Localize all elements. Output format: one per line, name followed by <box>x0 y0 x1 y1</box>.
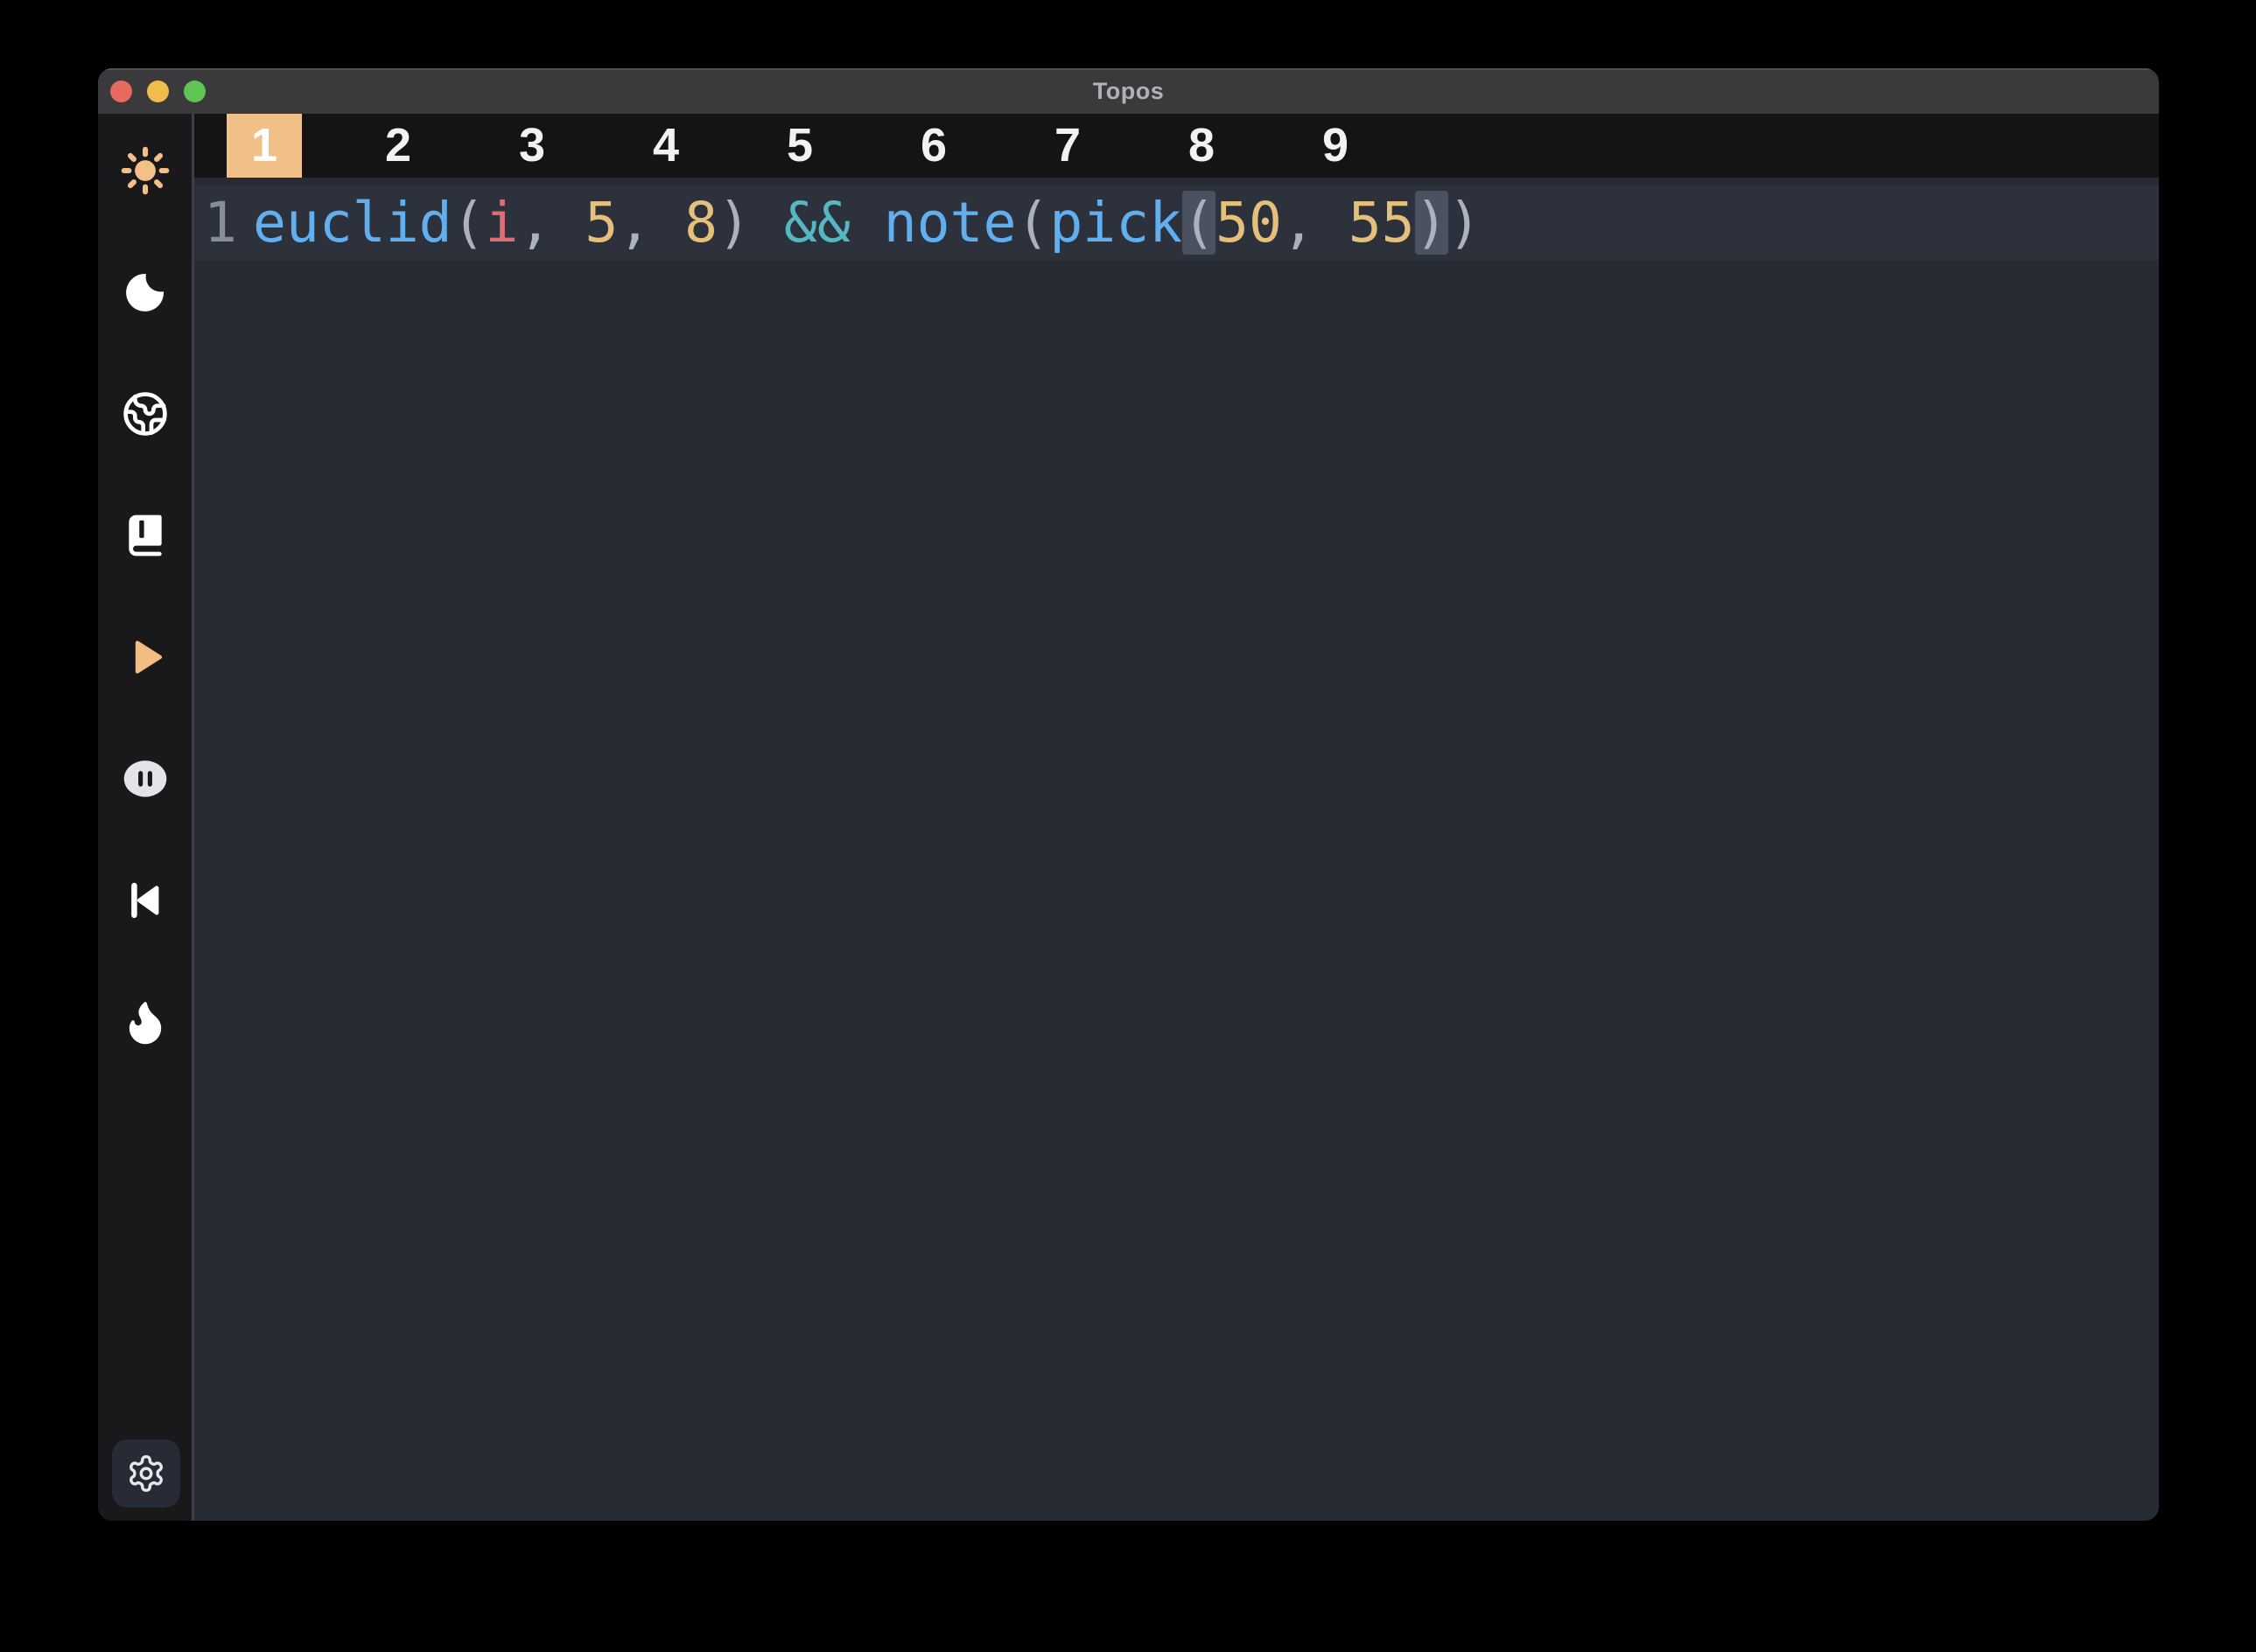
code-token: 50 <box>1216 191 1282 255</box>
tab-7[interactable]: 7 <box>1030 114 1105 178</box>
play-icon <box>121 633 170 682</box>
code-token: euclid <box>253 191 452 255</box>
tab-4[interactable]: 4 <box>628 114 704 178</box>
moon-icon <box>121 268 170 317</box>
tab-8[interactable]: 8 <box>1164 114 1239 178</box>
titlebar: Topos <box>98 68 2159 114</box>
code-token: , <box>518 191 585 255</box>
theme-light-button[interactable] <box>121 146 170 195</box>
play-button[interactable] <box>121 633 170 682</box>
code-token: ( <box>1016 191 1049 255</box>
tab-bar: 123456789 <box>194 114 2159 178</box>
code-token: , <box>1282 191 1349 255</box>
code-token: ) <box>1415 191 1448 255</box>
code-token: note <box>884 191 1017 255</box>
sun-icon <box>121 146 170 195</box>
close-button[interactable] <box>110 80 132 102</box>
pause-icon <box>121 754 170 803</box>
zoom-button[interactable] <box>184 80 206 102</box>
traffic-lights <box>110 80 206 102</box>
sidebar <box>98 114 194 1521</box>
tab-9[interactable]: 9 <box>1298 114 1373 178</box>
code-token: ) <box>718 191 751 255</box>
tab-1[interactable]: 1 <box>227 114 302 178</box>
flame-button[interactable] <box>121 998 170 1046</box>
docs-button[interactable] <box>121 511 170 560</box>
flame-icon <box>121 998 170 1046</box>
code-token: pick <box>1049 191 1182 255</box>
code-token: ) <box>1448 191 1482 255</box>
code-token: 5 <box>585 191 618 255</box>
code-editor[interactable]: 1 euclid(i, 5, 8) && note(pick(50, 55)) <box>194 178 2159 1521</box>
code-token: ( <box>452 191 486 255</box>
globe-button[interactable] <box>121 389 170 438</box>
book-icon <box>121 511 170 560</box>
pause-button[interactable] <box>121 754 170 803</box>
theme-dark-button[interactable] <box>121 268 170 317</box>
code-line-content: euclid(i, 5, 8) && note(pick(50, 55)) <box>253 185 1481 261</box>
code-token: , <box>618 191 684 255</box>
window-title: Topos <box>1093 78 1164 105</box>
tab-3[interactable]: 3 <box>494 114 570 178</box>
code-token: ( <box>1182 191 1216 255</box>
app-window: Topos <box>98 68 2159 1521</box>
globe-icon <box>121 389 170 438</box>
code-token: && <box>751 191 884 255</box>
settings-button[interactable] <box>112 1439 180 1508</box>
tab-6[interactable]: 6 <box>896 114 971 178</box>
tab-2[interactable]: 2 <box>361 114 436 178</box>
tab-5[interactable]: 5 <box>762 114 837 178</box>
code-line[interactable]: 1 euclid(i, 5, 8) && note(pick(50, 55)) <box>194 185 2159 261</box>
minimize-button[interactable] <box>147 80 169 102</box>
code-token: 8 <box>684 191 718 255</box>
code-token: i <box>486 191 519 255</box>
code-token: 55 <box>1349 191 1415 255</box>
gear-icon <box>126 1453 166 1494</box>
skip-back-icon <box>121 876 170 925</box>
line-number: 1 <box>204 185 237 261</box>
rewind-button[interactable] <box>121 876 170 925</box>
